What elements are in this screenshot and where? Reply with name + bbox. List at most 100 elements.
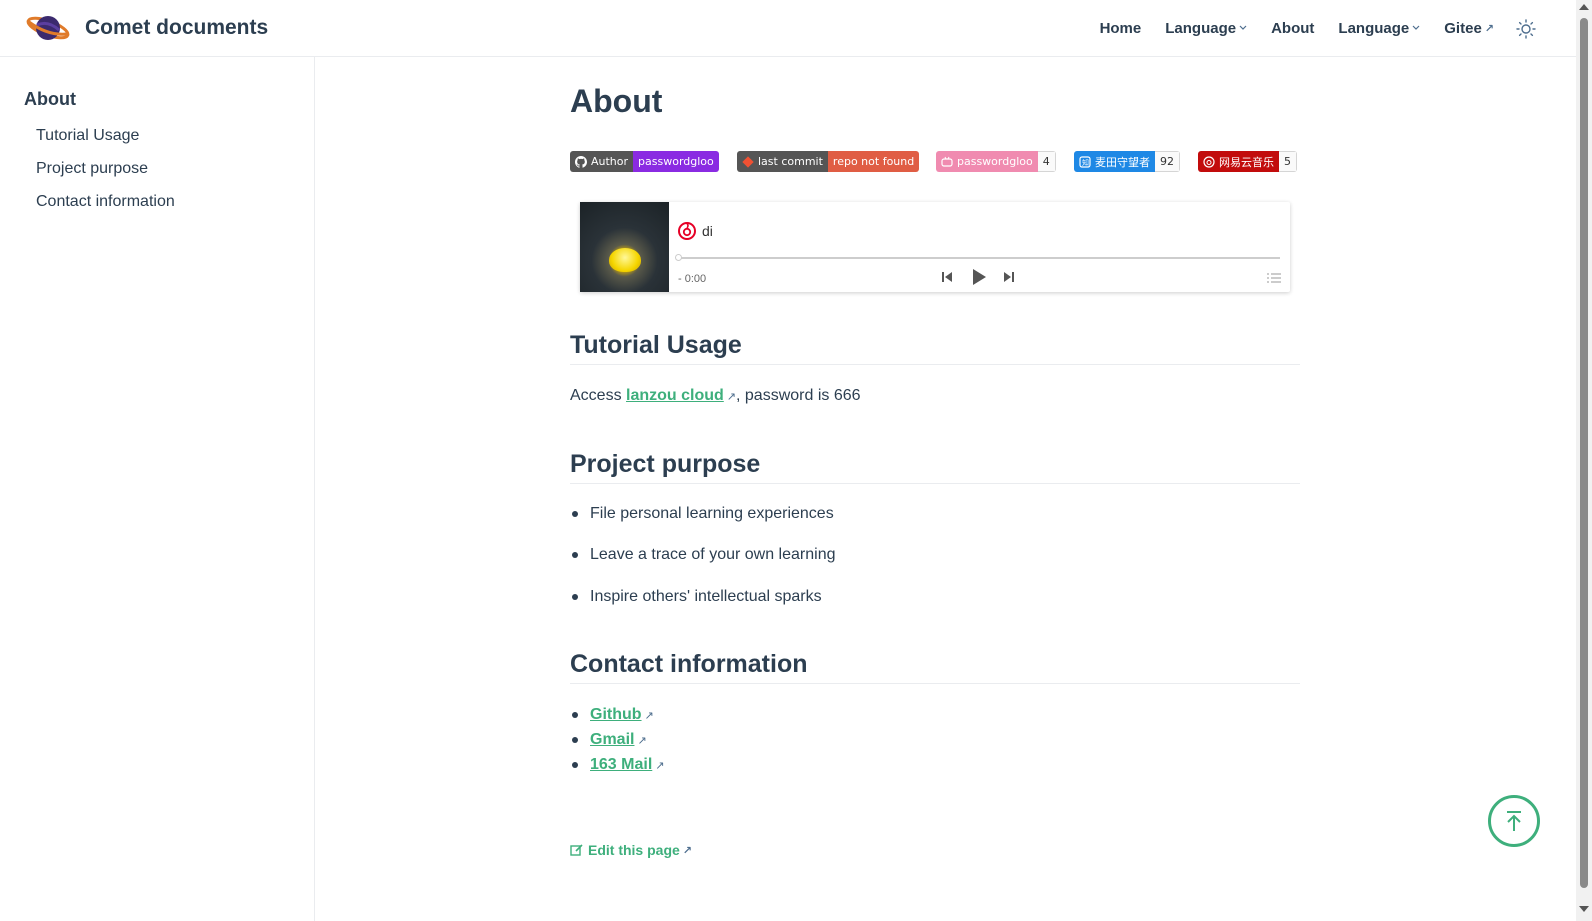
external-link-icon: ↗ [644, 709, 654, 722]
sidebar-heading-about[interactable]: About [24, 89, 76, 110]
sidebar-item-project-purpose[interactable]: Project purpose [36, 160, 148, 178]
site-name[interactable]: Comet documents [85, 16, 268, 40]
nav-gitee[interactable]: Gitee ↗ [1444, 20, 1494, 37]
badge-author-left-text: Author [591, 155, 629, 168]
back-to-top-button[interactable] [1488, 795, 1540, 847]
zhihu-icon: 知 [1079, 155, 1091, 168]
badge-zhihu-left-text: 麦田守望者 [1095, 155, 1150, 169]
external-link-icon: ↗ [637, 734, 647, 747]
badge-author-value: passwordgloo [633, 151, 719, 172]
page-title: About [570, 83, 663, 119]
badge-zhihu[interactable]: 知 麦田守望者 92 [1074, 151, 1180, 172]
planet-logo-icon[interactable] [26, 10, 70, 46]
playlist-icon[interactable] [1267, 272, 1281, 284]
navbar: Comet documents Home Language About Lang… [0, 0, 1576, 57]
heading-contact-information: Contact information [570, 650, 1300, 684]
nav-links: Home Language About Language Gitee ↗ [1076, 0, 1538, 57]
netease-music-icon [678, 222, 696, 240]
sidebar: About Tutorial Usage Project purpose Con… [0, 57, 315, 921]
163-mail-link[interactable]: 163 Mail [590, 756, 652, 774]
list-item: Inspire others' intellectual sparks [570, 588, 822, 606]
bullet-dot [572, 594, 578, 600]
nav-home[interactable]: Home [1100, 20, 1142, 37]
badge-bilibili-label: passwordgloo [936, 151, 1038, 172]
sidebar-item-tutorial-usage[interactable]: Tutorial Usage [36, 127, 139, 145]
progress-bar[interactable] [675, 254, 1280, 261]
nav-about-label: About [1271, 20, 1315, 37]
sidebar-item-contact-information[interactable]: Contact information [36, 193, 175, 211]
github-link[interactable]: Github [590, 706, 642, 724]
theme-toggle-button[interactable] [1514, 17, 1538, 41]
page-scrollbar[interactable] [1576, 0, 1592, 921]
badge-row: Author passwordgloo last commit repo not… [570, 151, 1300, 172]
badge-last-commit[interactable]: last commit repo not found [737, 151, 920, 172]
heading-tutorial-usage: Tutorial Usage [570, 331, 1300, 365]
edit-this-page-link[interactable]: Edit this page ↗ [570, 842, 692, 858]
nav-language-label: Language [1165, 20, 1237, 37]
tutorial-paragraph: Access lanzou cloud ↗, password is 666 [570, 387, 861, 405]
lanzou-cloud-link[interactable]: lanzou cloud [626, 387, 724, 404]
previous-track-icon[interactable] [941, 270, 953, 284]
edit-icon [570, 844, 583, 856]
bullet-dot [572, 552, 578, 558]
badge-commit-value: repo not found [827, 151, 920, 172]
list-item: Leave a trace of your own learning [570, 546, 835, 564]
badge-netease-label: 网易云音乐 [1198, 151, 1279, 172]
badge-zhihu-label: 知 麦田守望者 [1074, 151, 1155, 172]
badge-author[interactable]: Author passwordgloo [570, 151, 719, 172]
badge-zhihu-count: 92 [1155, 151, 1180, 172]
tutorial-text-after: , password is 666 [736, 387, 861, 404]
scroll-down-arrow-icon[interactable] [1579, 906, 1589, 912]
github-icon [575, 155, 587, 168]
chevron-down-icon [1412, 23, 1420, 34]
music-player: di - 0:00 [580, 202, 1290, 292]
bullet-dot [572, 737, 578, 743]
svg-text:知: 知 [1082, 158, 1089, 167]
badge-commit-left-text: last commit [758, 155, 823, 168]
progress-knob[interactable] [675, 254, 682, 261]
album-cover-image[interactable] [580, 202, 669, 292]
bullet-dot [572, 712, 578, 718]
netease-music-icon [1203, 155, 1215, 168]
track-time: - 0:00 [678, 273, 707, 285]
edit-link-label: Edit this page [588, 842, 680, 858]
badge-commit-label: last commit [737, 151, 828, 172]
list-item: 163 Mail ↗ [570, 756, 664, 774]
badge-netease-left-text: 网易云音乐 [1219, 155, 1274, 169]
bilibili-icon [941, 156, 953, 167]
nav-language-dropdown[interactable]: Language [1165, 20, 1247, 37]
badge-bilibili-count: 4 [1037, 151, 1056, 172]
bullet-dot [572, 511, 578, 517]
badge-bilibili-left-text: passwordgloo [957, 155, 1033, 168]
scroll-up-arrow-icon[interactable] [1579, 4, 1589, 10]
purpose-item-text: Leave a trace of your own learning [590, 546, 836, 563]
next-track-icon[interactable] [1003, 270, 1015, 284]
external-link-icon: ↗ [726, 391, 737, 403]
badge-bilibili[interactable]: passwordgloo 4 [936, 151, 1056, 172]
external-link-icon: ↗ [682, 844, 693, 857]
heading-project-purpose: Project purpose [570, 450, 1300, 484]
bullet-dot [572, 762, 578, 768]
nav-gitee-label: Gitee [1444, 20, 1482, 37]
badge-author-label: Author [570, 151, 634, 172]
tutorial-text-before: Access [570, 387, 627, 404]
nav-language-dropdown-2[interactable]: Language [1338, 20, 1420, 37]
sun-icon [1516, 18, 1536, 39]
track-title: di [702, 223, 713, 239]
nav-home-label: Home [1099, 20, 1142, 37]
external-link-icon: ↗ [655, 759, 665, 772]
arrow-up-icon [1507, 811, 1521, 831]
badge-netease-count: 5 [1279, 151, 1297, 172]
list-item: File personal learning experiences [570, 505, 834, 523]
purpose-item-text: File personal learning experiences [590, 505, 834, 522]
nav-language-label-2: Language [1338, 20, 1410, 37]
badge-netease-music[interactable]: 网易云音乐 5 [1198, 151, 1297, 172]
purpose-item-text: Inspire others' intellectual sparks [590, 588, 822, 605]
list-item: Gmail ↗ [570, 731, 647, 749]
gmail-link[interactable]: Gmail [590, 731, 634, 749]
external-link-icon: ↗ [1484, 23, 1494, 35]
nav-about[interactable]: About [1271, 20, 1314, 37]
scrollbar-thumb[interactable] [1580, 18, 1588, 888]
play-icon[interactable] [970, 268, 988, 286]
list-item: Github ↗ [570, 706, 654, 724]
